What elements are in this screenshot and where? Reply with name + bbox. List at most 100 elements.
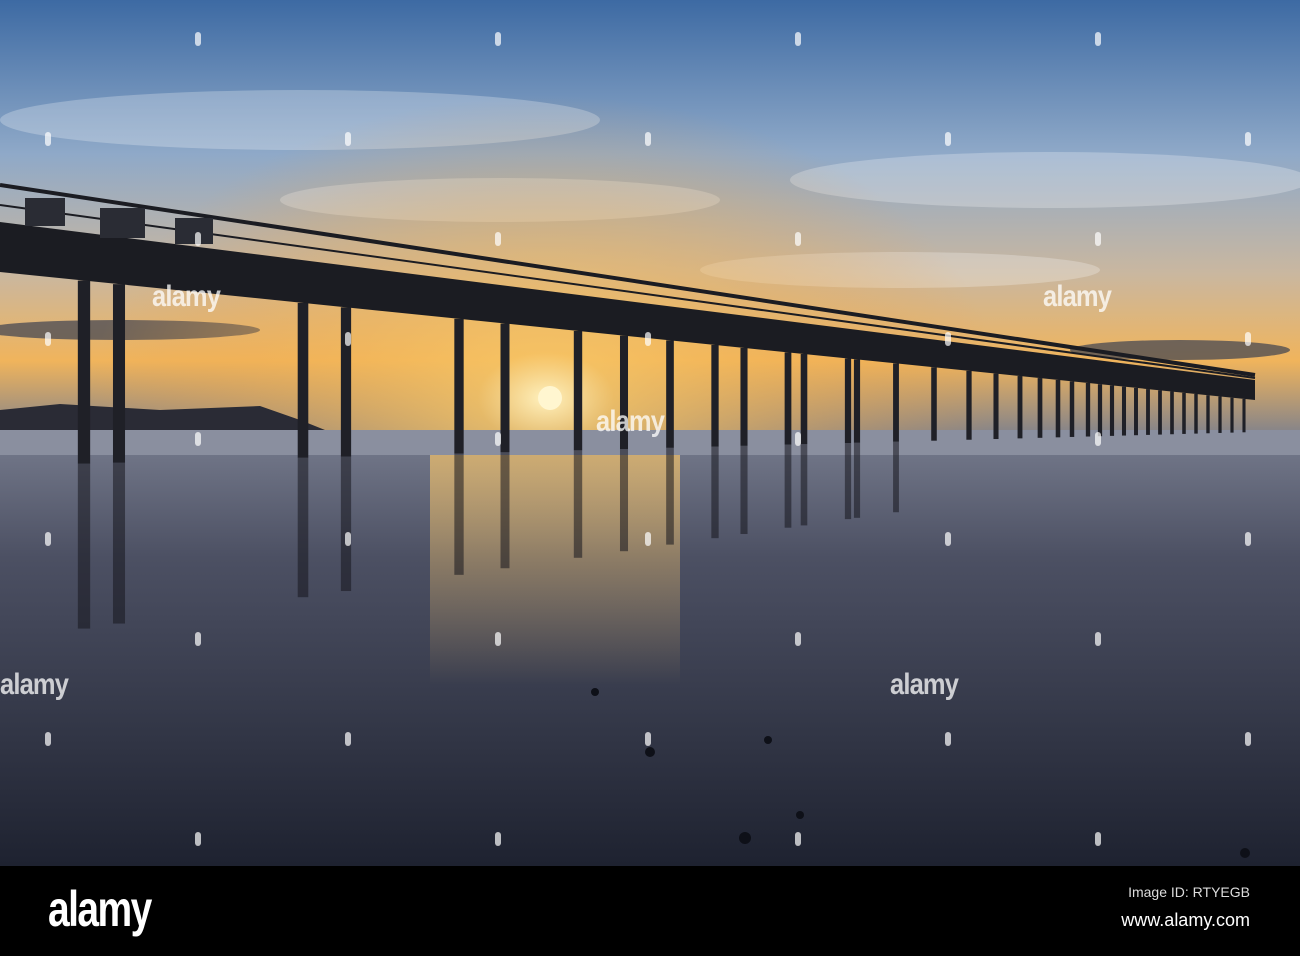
watermark-dot xyxy=(345,732,351,746)
stock-photo-page: alamy alamy alamy alamy alamy alamy Image ID… xyxy=(0,0,1300,956)
pier-pillar xyxy=(1121,386,1127,436)
pier-pillar xyxy=(1230,397,1234,433)
pier-pillar xyxy=(1182,392,1186,434)
pier-pillar xyxy=(112,284,126,463)
pillar-reflection xyxy=(740,445,748,535)
pier-pillar xyxy=(500,323,510,453)
pier-pillar xyxy=(931,367,937,441)
pillar-reflection xyxy=(893,441,899,513)
watermark-dot xyxy=(645,532,651,546)
watermark-dot xyxy=(1095,432,1101,446)
watermark-dot xyxy=(945,732,951,746)
brand-logo[interactable]: alamy xyxy=(48,880,152,938)
pillar-reflection xyxy=(853,442,861,518)
pier-pillar xyxy=(1218,396,1222,433)
watermark-dot xyxy=(345,132,351,146)
watermark-text: alamy xyxy=(0,668,69,701)
pier-pillar xyxy=(1146,389,1150,435)
watermark-dot xyxy=(195,632,201,646)
pillar-reflection xyxy=(500,452,510,569)
pier-pillar xyxy=(993,373,999,440)
pier-pillar xyxy=(573,330,583,451)
pier-pillar xyxy=(1170,391,1174,435)
watermark-dot xyxy=(195,432,201,446)
watermark-text: alamy xyxy=(890,668,959,701)
watermark-dot xyxy=(195,32,201,46)
watermark-dot xyxy=(345,332,351,346)
pillar-reflection xyxy=(297,457,309,598)
pier-pillar xyxy=(893,363,899,442)
pier-pillar xyxy=(1206,395,1210,434)
watermark-dot xyxy=(495,832,501,846)
watermark-dot xyxy=(1245,332,1251,346)
pillar-reflection xyxy=(454,453,464,575)
watermark-dot xyxy=(1095,232,1101,246)
pier-pillar xyxy=(340,307,352,457)
pier-pillar xyxy=(1194,393,1198,434)
pillar-reflection xyxy=(800,444,808,526)
watermark-dot xyxy=(1245,732,1251,746)
watermark-dot xyxy=(495,32,501,46)
pier-pillar xyxy=(1158,390,1162,435)
watermark-text: alamy xyxy=(596,405,665,438)
watermark-dot xyxy=(945,532,951,546)
watermark-dot xyxy=(795,832,801,846)
watermark-dot xyxy=(795,432,801,446)
pier-pillar xyxy=(1085,382,1091,437)
pillar-reflection xyxy=(666,447,674,545)
watermark-dot xyxy=(195,832,201,846)
pier-pillar xyxy=(1037,378,1043,438)
sun-reflection xyxy=(430,455,680,685)
watermark-dot xyxy=(45,132,51,146)
pier-pillar xyxy=(1242,398,1246,433)
watermark-dot xyxy=(795,632,801,646)
watermark-dot xyxy=(1245,532,1251,546)
watermark-dot xyxy=(495,232,501,246)
pier-pillar xyxy=(966,370,972,440)
watermark-dot xyxy=(1095,832,1101,846)
watermark-dot xyxy=(945,332,951,346)
watermark-dot xyxy=(1095,632,1101,646)
watermark-dot xyxy=(645,332,651,346)
pier-pillar xyxy=(77,280,91,464)
sun xyxy=(538,386,562,410)
image-id: Image ID: RTYEGB xyxy=(1128,884,1250,900)
watermark-dot xyxy=(45,332,51,346)
pier-pillar xyxy=(1017,376,1023,439)
watermark-dot xyxy=(645,732,651,746)
pier-pillar xyxy=(1134,387,1138,436)
pier-pillar xyxy=(784,352,792,445)
pier-pillar xyxy=(297,302,309,458)
watermark-dot xyxy=(195,232,201,246)
pier-pillar xyxy=(1109,385,1115,436)
watermark-dot xyxy=(1245,132,1251,146)
watermark-dot xyxy=(645,132,651,146)
watermark-dot xyxy=(1095,32,1101,46)
pillar-reflection xyxy=(340,456,352,592)
pillar-reflection xyxy=(784,444,792,528)
pier-pillar xyxy=(740,347,748,446)
pier-pillar xyxy=(454,318,464,454)
watermark-dot xyxy=(45,532,51,546)
pier-pillar xyxy=(1097,384,1103,437)
pillar-reflection xyxy=(112,462,126,624)
watermark-text: alamy xyxy=(1043,280,1112,313)
pillar-reflection xyxy=(711,446,719,539)
pier-pillar xyxy=(800,354,808,445)
watermark-text: alamy xyxy=(152,280,221,313)
website-link[interactable]: www.alamy.com xyxy=(1121,910,1250,931)
stock-banner: alamy Image ID: RTYEGB www.alamy.com xyxy=(0,866,1300,956)
watermark-dot xyxy=(495,632,501,646)
pillar-reflection xyxy=(573,450,583,558)
watermark-dot xyxy=(795,32,801,46)
pier-pillar xyxy=(1055,379,1061,438)
watermark-dot xyxy=(345,532,351,546)
pillar-reflection xyxy=(844,443,852,520)
watermark-dot xyxy=(795,232,801,246)
pier-pillar xyxy=(844,358,852,444)
watermark-dot xyxy=(945,132,951,146)
pier-pillar xyxy=(1069,381,1075,437)
pillar-reflection xyxy=(619,449,629,552)
pier-pillar xyxy=(853,359,861,443)
pillar-reflection xyxy=(77,463,91,629)
